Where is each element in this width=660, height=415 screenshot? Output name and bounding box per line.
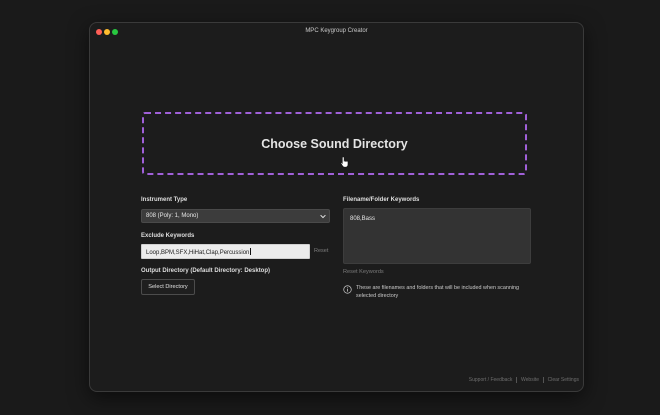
instrument-type-label: Instrument Type xyxy=(141,197,188,203)
instrument-type-select[interactable]: 808 (Poly: 1, Mono) xyxy=(141,209,330,223)
filename-keywords-label: Filename/Folder Keywords xyxy=(343,197,420,203)
reset-exclude-keywords-link[interactable]: Reset xyxy=(314,248,328,254)
choose-sound-directory-dropzone[interactable]: Choose Sound Directory xyxy=(142,112,527,175)
window-title: MPC Keygroup Creator xyxy=(305,28,368,34)
exclude-keywords-value: Loop,BPM,SFX,HiHat,Clap,Percussion xyxy=(146,248,251,256)
select-directory-button[interactable]: Select Directory xyxy=(141,279,195,295)
footer-links: Support / Feedback Website Clear Setting… xyxy=(469,377,579,383)
app-window: MPC Keygroup Creator Choose Sound Direct… xyxy=(89,22,584,392)
hand-pointer-icon xyxy=(340,156,349,168)
support-feedback-link[interactable]: Support / Feedback xyxy=(469,377,513,383)
title-bar: MPC Keygroup Creator xyxy=(90,23,583,40)
dropzone-label: Choose Sound Directory xyxy=(261,136,408,151)
filename-keywords-value: 808,Bass xyxy=(350,216,376,222)
chevron-down-icon xyxy=(320,214,326,219)
reset-keywords-link[interactable]: Reset Keywords xyxy=(343,269,384,275)
clear-settings-link[interactable]: Clear Settings xyxy=(548,377,579,383)
filename-keywords-textarea[interactable]: 808,Bass xyxy=(343,208,531,264)
keywords-info-text: These are filenames and folders that wil… xyxy=(356,285,520,299)
exclude-keywords-input[interactable]: Loop,BPM,SFX,HiHat,Clap,Percussion xyxy=(141,244,310,259)
footer-divider xyxy=(543,377,544,383)
website-link[interactable]: Website xyxy=(521,377,539,383)
exclude-keywords-label: Exclude Keywords xyxy=(141,233,195,239)
footer-divider xyxy=(516,377,518,383)
output-directory-label: Output Directory (Default Directory: Des… xyxy=(141,268,271,274)
instrument-type-selected-value: 808 (Poly: 1, Mono) xyxy=(146,213,199,219)
info-icon xyxy=(343,285,352,294)
